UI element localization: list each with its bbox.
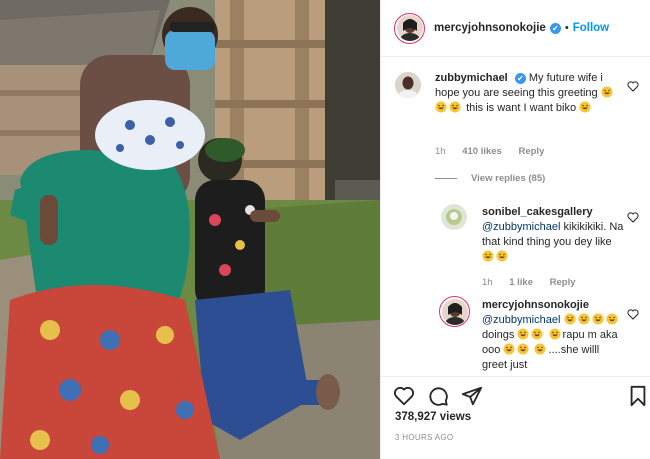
laughing-emoji-icon <box>503 343 515 355</box>
bookmark-icon[interactable] <box>627 385 649 407</box>
post-side-panel: mercyjohnsonokojie ✔ • Follow zubbymicha… <box>380 0 650 459</box>
post-actions: 378,927 views 3 HOURS AGO <box>381 376 650 459</box>
reply-time: 1h <box>482 277 493 288</box>
post-video[interactable] <box>0 0 380 459</box>
reply-mention[interactable]: @zubbymichael <box>482 221 560 233</box>
verified-icon: ✔ <box>514 73 526 84</box>
comment-username[interactable]: zubbymichael <box>435 72 508 84</box>
reply-item: mercyjohnsonokojie @zubbymichael doings … <box>381 293 650 376</box>
post-header: mercyjohnsonokojie ✔ • Follow <box>381 0 650 57</box>
header-separator: • <box>564 22 569 34</box>
reply-username[interactable]: sonibel_cakesgallery <box>482 206 593 218</box>
reply-body: doings <box>482 329 515 341</box>
avatar-photo <box>396 15 423 41</box>
comment-like-heart-icon[interactable] <box>627 81 639 92</box>
commenter-avatar[interactable] <box>441 204 467 230</box>
video-frame-illustration <box>0 0 380 459</box>
commenter-avatar[interactable] <box>439 296 470 327</box>
reply-text: mercyjohnsonokojie @zubbymichael doings … <box>482 298 627 373</box>
reply-username[interactable]: mercyjohnsonokojie <box>482 299 589 311</box>
avatar-photo <box>441 298 468 325</box>
laughing-emoji-icon <box>517 343 529 355</box>
post-timestamp: 3 HOURS AGO <box>395 433 454 442</box>
comment-likes[interactable]: 410 likes <box>462 146 502 157</box>
laughing-emoji-icon <box>534 343 546 355</box>
view-replies-button[interactable]: View replies (85) <box>435 173 545 184</box>
verified-icon: ✔ <box>549 22 561 34</box>
reply-text: sonibel_cakesgallery @zubbymichael kikik… <box>482 205 627 265</box>
poster-username[interactable]: mercyjohnsonokojie <box>434 22 546 34</box>
comment-text: zubbymichael ✔ My future wife i hope you… <box>435 71 625 116</box>
view-replies-label: View replies (85) <box>471 173 546 184</box>
reply-mention[interactable]: @zubbymichael <box>482 314 560 326</box>
laughing-emoji-icon <box>531 328 543 340</box>
laughing-emoji-icon <box>549 328 561 340</box>
laughing-emoji-icon <box>482 250 494 262</box>
comments-list[interactable]: zubbymichael ✔ My future wife i hope you… <box>381 58 650 376</box>
commenter-avatar[interactable] <box>395 72 421 98</box>
comment-like-heart-icon[interactable] <box>627 309 639 320</box>
avatar-photo <box>441 204 467 230</box>
laughing-emoji-icon <box>579 101 591 113</box>
avatar-photo <box>395 72 421 98</box>
poster-avatar[interactable] <box>394 12 425 44</box>
laughing-emoji-icon <box>449 101 461 113</box>
reply-reply-button[interactable]: Reply <box>550 277 576 288</box>
laughing-emoji-icon <box>517 328 529 340</box>
view-replies-line <box>435 178 457 179</box>
comment-like-heart-icon[interactable] <box>627 212 639 223</box>
heart-icon[interactable] <box>393 385 415 407</box>
comment-item: zubbymichael ✔ My future wife i hope you… <box>381 58 650 188</box>
reply-item: sonibel_cakesgallery @zubbymichael kikik… <box>381 196 650 291</box>
laughing-emoji-icon <box>496 250 508 262</box>
view-count[interactable]: 378,927 views <box>395 411 471 423</box>
laughing-emoji-icon <box>606 313 618 325</box>
reply-likes[interactable]: 1 like <box>509 277 533 288</box>
comment-time: 1h <box>435 146 446 157</box>
comment-icon[interactable] <box>427 385 449 407</box>
laughing-emoji-icon <box>592 313 604 325</box>
laughing-emoji-icon <box>601 86 613 98</box>
share-icon[interactable] <box>461 385 483 407</box>
laughing-emoji-icon <box>578 313 590 325</box>
comment-reply-button[interactable]: Reply <box>518 146 544 157</box>
comment-meta: 1h 410 likes Reply <box>435 146 558 157</box>
laughing-emoji-icon <box>564 313 576 325</box>
comment-body-continued: this is want I want biko <box>466 102 577 114</box>
follow-button[interactable]: Follow <box>573 22 609 34</box>
laughing-emoji-icon <box>435 101 447 113</box>
reply-meta: 1h 1 like Reply <box>482 277 590 288</box>
